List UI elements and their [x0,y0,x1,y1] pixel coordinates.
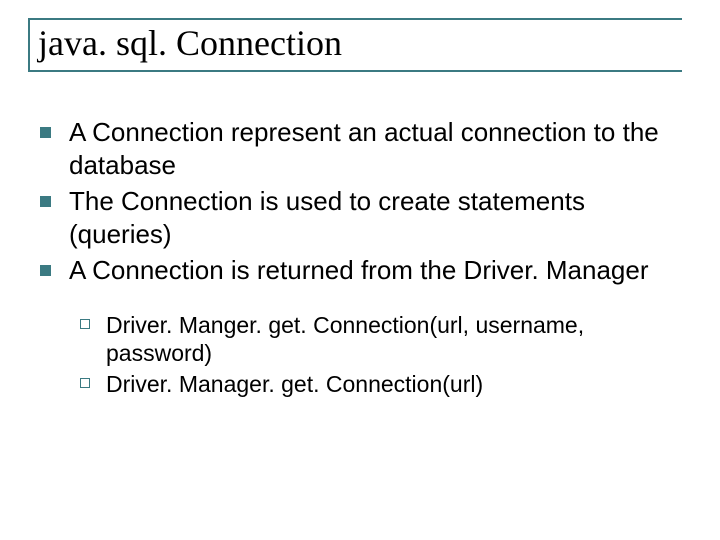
square-bullet-icon [40,196,51,207]
list-item: Driver. Manager. get. Connection(url) [80,370,680,399]
list-item: A Connection is returned from the Driver… [40,254,680,287]
hollow-square-icon [80,319,90,329]
bullet-text: A Connection is returned from the Driver… [69,254,649,287]
sub-bullet-list: Driver. Manger. get. Connection(url, use… [80,311,680,399]
hollow-square-icon [80,378,90,388]
sub-bullet-text: Driver. Manger. get. Connection(url, use… [106,311,680,369]
bullet-text: A Connection represent an actual connect… [69,116,680,181]
bullet-text: The Connection is used to create stateme… [69,185,680,250]
slide-title: java. sql. Connection [38,24,682,64]
list-item: The Connection is used to create stateme… [40,185,680,250]
main-bullet-list: A Connection represent an actual connect… [40,116,680,287]
content-area: A Connection represent an actual connect… [40,116,680,401]
title-container: java. sql. Connection [28,18,682,72]
square-bullet-icon [40,127,51,138]
list-item: A Connection represent an actual connect… [40,116,680,181]
square-bullet-icon [40,265,51,276]
title-box: java. sql. Connection [28,18,682,72]
sub-bullet-text: Driver. Manager. get. Connection(url) [106,370,483,399]
list-item: Driver. Manger. get. Connection(url, use… [80,311,680,369]
